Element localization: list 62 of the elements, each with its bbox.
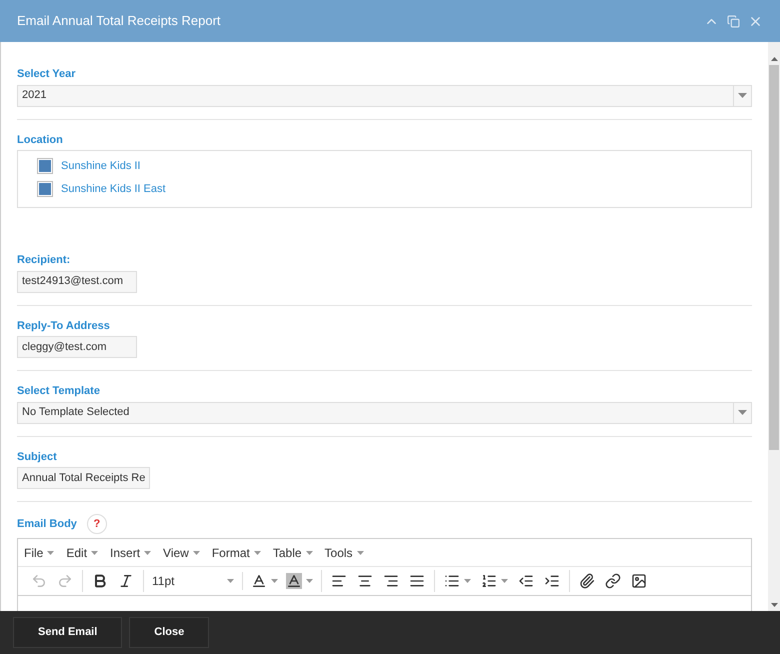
checkbox[interactable] <box>37 158 53 174</box>
indent-icon <box>544 573 560 589</box>
link-icon <box>605 573 621 589</box>
text-color-icon <box>286 573 302 589</box>
menu-item[interactable]: Table <box>272 544 313 562</box>
justify-icon <box>409 573 425 589</box>
location-name: Sunshine Kids II East <box>61 182 166 196</box>
caret-icon <box>306 579 313 583</box>
field-label: Subject <box>17 450 57 464</box>
caret-icon <box>271 579 278 583</box>
scroll-up-icon[interactable] <box>770 57 778 61</box>
field-label: Reply-To Address <box>17 318 110 334</box>
menu-item[interactable]: View <box>163 544 200 562</box>
window-title: Email Annual Total Receipts Report <box>17 12 222 30</box>
caret-icon <box>91 550 98 554</box>
close-button[interactable]: Close <box>129 617 210 648</box>
image-icon <box>631 573 647 589</box>
caret-icon <box>464 579 471 583</box>
scroll-down-icon[interactable] <box>770 603 778 607</box>
bullet-list-icon <box>444 573 460 589</box>
menu-item[interactable]: File <box>24 544 54 562</box>
field-label: Select Template <box>17 384 100 399</box>
field-label: Recipient: <box>17 253 70 268</box>
scrollbar[interactable] <box>768 42 780 611</box>
align-right-icon <box>383 573 399 589</box>
field-label: Select Year <box>17 67 76 82</box>
menu-item[interactable]: Insert <box>110 544 152 562</box>
align-left-icon <box>331 573 347 589</box>
caret-icon <box>144 550 152 554</box>
menu-item[interactable]: Edit <box>66 544 98 562</box>
bold-icon <box>92 573 108 589</box>
caret-icon <box>192 550 200 554</box>
input-field[interactable]: cleggy@test.com <box>17 336 137 358</box>
menu-item[interactable]: Tools <box>324 544 364 562</box>
send-email-button[interactable]: Send Email <box>13 617 122 648</box>
undo-icon <box>31 573 47 589</box>
redo-icon <box>57 573 73 589</box>
text-color-icon <box>251 573 267 589</box>
field-label: Email Body <box>17 516 77 532</box>
caret-icon <box>227 579 234 583</box>
caret-icon <box>254 550 261 554</box>
caret-icon <box>47 550 54 554</box>
italic-icon <box>118 573 134 589</box>
help-button[interactable]: ? <box>86 514 107 534</box>
numbered-list-icon <box>481 573 497 589</box>
location-name: Sunshine Kids II <box>61 159 140 174</box>
input-field[interactable]: test24913@test.com <box>17 270 137 292</box>
menu-item[interactable]: Format <box>212 544 261 562</box>
caret-icon <box>356 550 364 554</box>
checkbox[interactable] <box>37 180 53 197</box>
outdent-icon <box>518 573 534 589</box>
align-center-icon <box>357 573 373 589</box>
font-size-select[interactable]: 11pt <box>148 572 238 590</box>
input-field[interactable]: Annual Total Receipts Re <box>17 467 150 489</box>
field-label: Location <box>17 132 63 148</box>
select-field[interactable]: No Template Selected <box>17 402 752 424</box>
dropdown-arrow-icon <box>738 410 747 415</box>
caret-icon <box>306 550 313 554</box>
paperclip-icon <box>579 573 595 589</box>
select-field[interactable]: 2021 <box>17 84 752 106</box>
caret-icon <box>501 579 508 583</box>
dropdown-arrow-icon <box>738 93 747 98</box>
